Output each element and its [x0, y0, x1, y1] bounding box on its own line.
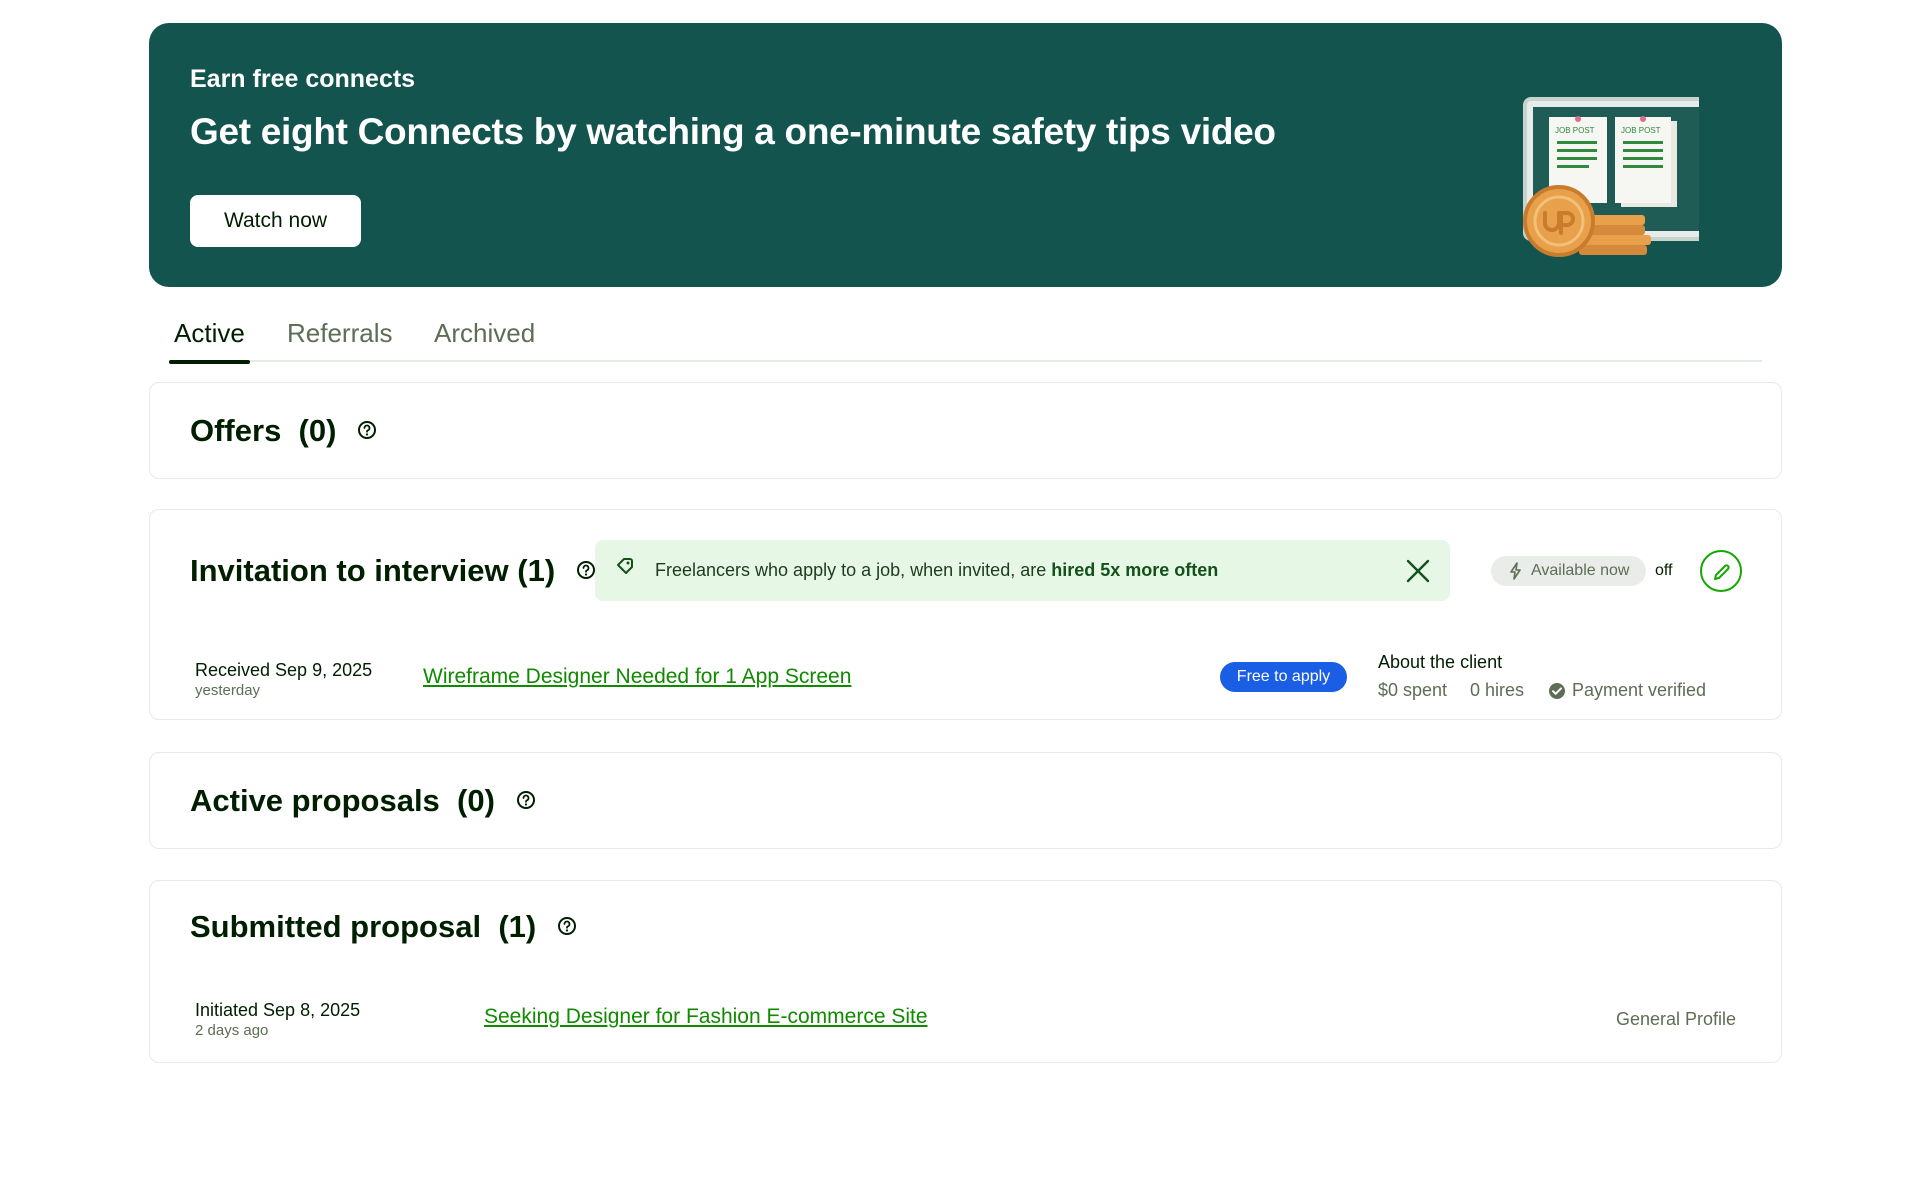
illustration-label-2: JOB POST — [1621, 126, 1661, 135]
available-now-label: Available now — [1531, 562, 1630, 579]
submitted-count: (1) — [498, 909, 537, 944]
tip-text: Freelancers who apply to a job, when inv… — [655, 560, 1218, 581]
invitation-card: Invitation to interview (1) Freelancers … — [149, 509, 1782, 720]
offers-title-text: Offers — [190, 413, 282, 448]
availability-state: off — [1655, 562, 1673, 579]
tab-active[interactable]: Active — [169, 318, 250, 364]
tab-referrals[interactable]: Referrals — [287, 318, 392, 362]
job-post-illustration: JOB POST JOB POST — [1523, 97, 1699, 257]
help-icon[interactable] — [576, 560, 596, 580]
client-spent: $0 spent — [1378, 680, 1448, 700]
profile-label: General Profile — [1616, 1009, 1737, 1029]
tip-text-prefix: Freelancers who apply to a job, when inv… — [655, 560, 1052, 580]
payment-verified: Payment verified — [1572, 680, 1707, 700]
invite-tip-banner: Freelancers who apply to a job, when inv… — [595, 540, 1450, 601]
edit-availability-button[interactable] — [1700, 550, 1742, 592]
job-link[interactable]: Wireframe Designer Needed for 1 App Scre… — [423, 665, 851, 689]
initiated-date: Initiated Sep 8, 2025 — [195, 1000, 361, 1020]
banner-eyebrow: Earn free connects — [190, 65, 416, 93]
submitted-proposals-card: Submitted proposal (1) Initiated Sep 8, … — [149, 880, 1782, 1063]
client-heading: About the client — [1378, 652, 1503, 672]
invitation-title-text: Invitation to interview (1) — [190, 553, 556, 588]
submitted-title: Submitted proposal (1) — [190, 909, 577, 945]
promo-banner: Earn free connects Get eight Connects by… — [149, 23, 1782, 287]
pencil-icon — [1714, 564, 1730, 580]
lightning-icon — [1510, 562, 1521, 580]
invitation-title: Invitation to interview (1) — [190, 553, 596, 589]
free-to-apply-badge: Free to apply — [1220, 662, 1347, 692]
submitted-title-text: Submitted proposal — [190, 909, 482, 944]
active-proposals-card: Active proposals (0) — [149, 752, 1782, 849]
verified-check-icon — [1549, 683, 1565, 699]
offers-card: Offers (0) — [149, 382, 1782, 479]
active-proposals-title: Active proposals (0) — [190, 783, 536, 819]
proposal-tabs: Active Referrals Archived — [169, 318, 1762, 364]
active-proposals-title-text: Active proposals — [190, 783, 440, 818]
initiated-relative: 2 days ago — [195, 1022, 269, 1039]
available-now-badge: Available now — [1491, 556, 1646, 586]
tip-text-emphasis: hired 5x more often — [1051, 560, 1219, 580]
watch-now-button[interactable]: Watch now — [190, 195, 361, 247]
tag-icon — [617, 558, 633, 574]
close-icon[interactable] — [1405, 558, 1431, 584]
received-relative: yesterday — [195, 682, 261, 699]
help-icon[interactable] — [357, 420, 377, 440]
client-hires: 0 hires — [1470, 680, 1525, 700]
offers-count: (0) — [298, 413, 337, 448]
help-icon[interactable] — [557, 916, 577, 936]
active-proposals-count: (0) — [457, 783, 495, 818]
banner-title: Get eight Connects by watching a one-min… — [190, 111, 1276, 152]
tab-archived[interactable]: Archived — [434, 318, 535, 362]
received-date: Received Sep 9, 2025 — [195, 660, 373, 680]
help-icon[interactable] — [516, 790, 536, 810]
offers-title: Offers (0) — [190, 413, 377, 449]
job-link[interactable]: Seeking Designer for Fashion E-commerce … — [484, 1005, 928, 1029]
illustration-label-1: JOB POST — [1555, 126, 1595, 135]
